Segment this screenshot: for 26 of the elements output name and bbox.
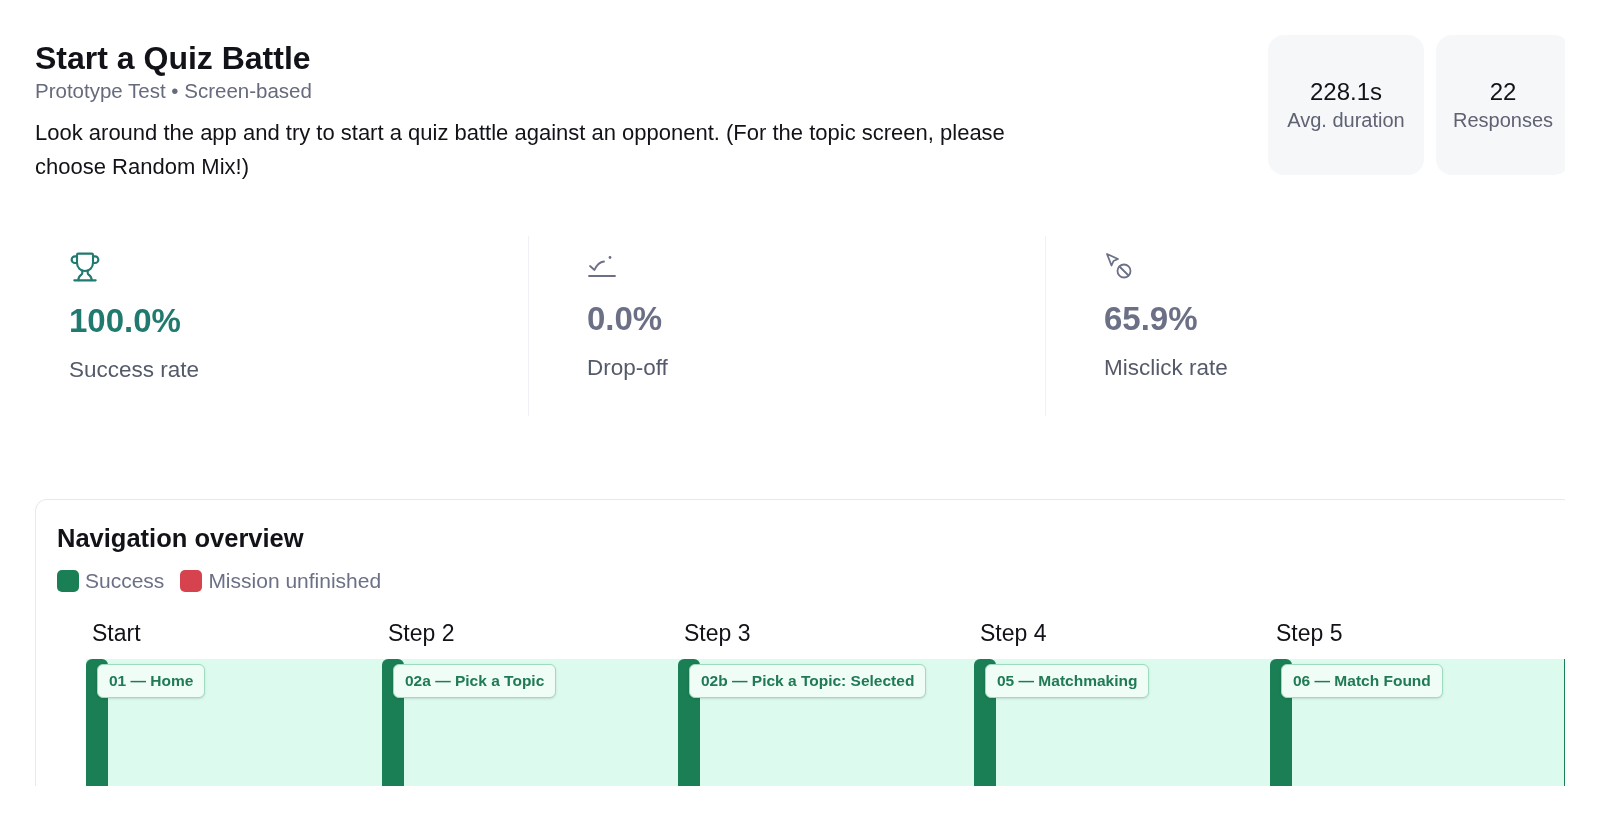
metric-label: Misclick rate [1104, 354, 1228, 382]
metric-value: 65.9% [1104, 299, 1198, 339]
stat-label: Avg. duration [1287, 108, 1405, 133]
legend-label: Success [85, 569, 165, 593]
metric-value: 0.0% [587, 299, 663, 339]
section-title: Navigation overview [57, 523, 304, 554]
stat-value: 22 [1489, 77, 1517, 107]
metric-value: 100.0% [69, 301, 181, 341]
screen-node[interactable]: 02b — Pick a Topic: Selected [689, 664, 927, 698]
step-label: Step 4 [980, 620, 1047, 646]
task-description: Look around the app and try to start a quiz battle against an opponent. (For the topic screen, please choose Random Mix!) [35, 119, 1006, 181]
screen-node[interactable]: 01 — Home [97, 664, 206, 698]
test-type-subtitle: Prototype Test • Screen-based [35, 78, 312, 104]
step-label: Start [92, 620, 141, 646]
legend-label: Mission unfinished [208, 569, 382, 593]
screen-node[interactable]: 06 — Match Found [1281, 664, 1443, 698]
stat-label: Responses [1452, 108, 1554, 133]
page-title: Start a Quiz Battle [35, 39, 311, 78]
screen-node[interactable]: 05 — Matchmaking [985, 664, 1150, 698]
step-label: Step 3 [684, 620, 751, 646]
metric-label: Success rate [69, 356, 200, 384]
stat-value: 228.1s [1309, 77, 1383, 107]
metric-label: Drop-off [587, 354, 668, 382]
step-label: Step 5 [1276, 620, 1343, 646]
step-label: Step 2 [388, 620, 455, 646]
screen-node[interactable]: 02a — Pick a Topic [393, 664, 557, 698]
